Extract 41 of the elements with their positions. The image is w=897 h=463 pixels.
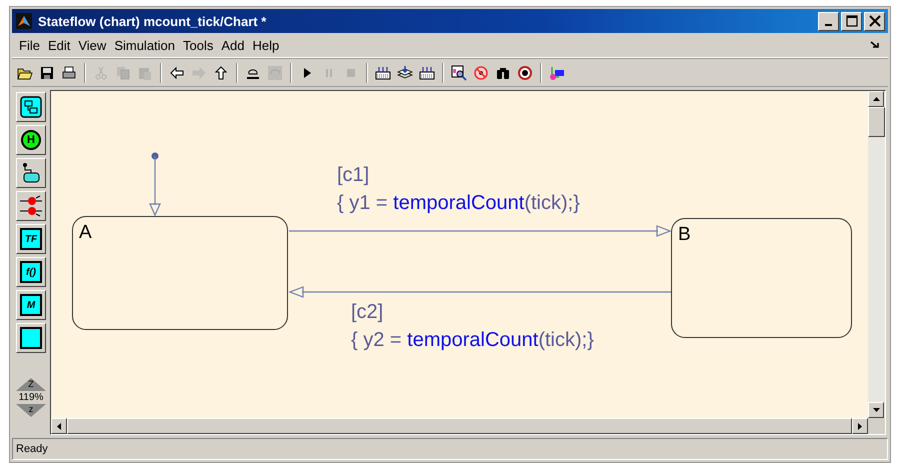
status-text: Ready xyxy=(16,443,48,455)
menu-item[interactable]: Simulation xyxy=(111,38,180,52)
zoom-control[interactable]: Z 119% z xyxy=(14,378,48,417)
minimize-icon xyxy=(825,24,832,26)
transition-condition: [c1] xyxy=(337,163,370,188)
truth-table-tool[interactable]: TF xyxy=(16,224,46,254)
app-logo-icon xyxy=(16,13,32,29)
transition-action: { y1 = temporalCount(tick);} xyxy=(337,191,580,216)
scrollbar-thumb[interactable] xyxy=(868,107,885,137)
magnifier-icon[interactable] xyxy=(449,62,469,82)
scroll-left-icon[interactable] xyxy=(57,422,61,430)
junction-tool-icon[interactable] xyxy=(16,191,46,221)
scroll-right-icon[interactable] xyxy=(858,422,862,430)
menu-item[interactable]: Tools xyxy=(180,38,218,52)
window-title: Stateflow (chart) mcount_tick/Chart * xyxy=(38,14,268,28)
state-tool-icon[interactable] xyxy=(16,92,46,122)
scrollbar-corner xyxy=(868,418,885,434)
default-transition-tool-icon[interactable] xyxy=(16,158,46,188)
transition-condition: [c2] xyxy=(351,300,384,325)
history-junction-tool[interactable]: H xyxy=(16,125,46,155)
function-tool[interactable]: f() xyxy=(16,257,46,287)
menu-item[interactable]: Edit xyxy=(44,38,76,52)
scroll-up-icon[interactable] xyxy=(872,97,880,101)
matlab-function-tool[interactable]: M xyxy=(16,290,46,320)
menu-item[interactable]: Add xyxy=(218,38,250,52)
menu-item[interactable]: File xyxy=(16,38,45,52)
maximize-icon xyxy=(846,15,858,27)
vertical-scrollbar[interactable] xyxy=(868,91,885,418)
default-transition xyxy=(149,152,161,216)
state-name: B xyxy=(678,225,691,246)
corner-arrow-icon[interactable] xyxy=(870,41,880,49)
scroll-down-icon[interactable] xyxy=(872,408,880,412)
close-button[interactable] xyxy=(864,12,885,30)
minimize-button[interactable] xyxy=(818,12,839,30)
close-icon xyxy=(868,15,880,27)
state-name: A xyxy=(79,223,92,244)
menu-item[interactable]: View xyxy=(75,38,112,52)
maximize-button[interactable] xyxy=(841,12,862,30)
menu-item[interactable]: Help xyxy=(250,38,284,52)
box-tool-icon[interactable] xyxy=(16,323,46,353)
transition-action: { y2 = temporalCount(tick);} xyxy=(351,328,594,353)
